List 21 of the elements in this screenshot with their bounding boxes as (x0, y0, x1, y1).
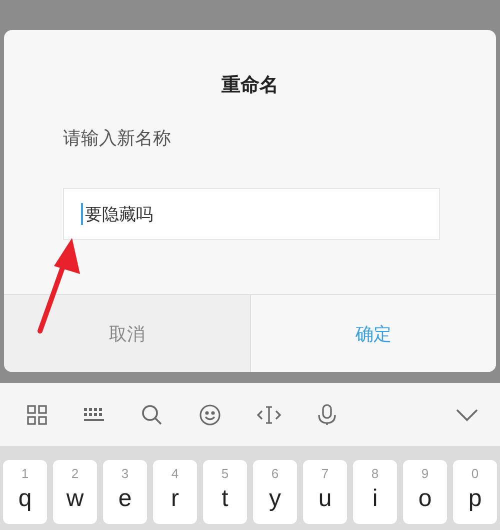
smiley-icon[interactable] (199, 404, 221, 426)
name-input-field[interactable]: 要隐藏吗 (63, 188, 440, 240)
keyboard-key[interactable]: 2 w (53, 460, 97, 524)
text-cursor (81, 203, 83, 225)
dialog-title: 重命名 (220, 73, 280, 98)
chevron-down-icon[interactable] (456, 408, 478, 422)
keyboard-key[interactable]: 1 q (3, 460, 47, 524)
keyboard-key[interactable]: 8 i (353, 460, 397, 524)
keyboard-key[interactable]: 4 r (153, 460, 197, 524)
prompt-label: 请输入新名称 (63, 127, 172, 150)
search-icon[interactable] (141, 404, 163, 426)
keyboard-key[interactable]: 0 p (453, 460, 497, 524)
microphone-icon[interactable] (317, 404, 337, 426)
grid-icon[interactable] (27, 404, 47, 424)
cursor-move-icon[interactable] (257, 404, 281, 424)
keyboard-key[interactable]: 9 o (403, 460, 447, 524)
keyboard-key[interactable]: 3 e (103, 460, 147, 524)
keyboard-key[interactable]: 7 u (303, 460, 347, 524)
keyboard-key[interactable]: 6 y (253, 460, 297, 524)
keyboard-icon[interactable] (83, 406, 105, 422)
keyboard-key[interactable]: 5 t (203, 460, 247, 524)
